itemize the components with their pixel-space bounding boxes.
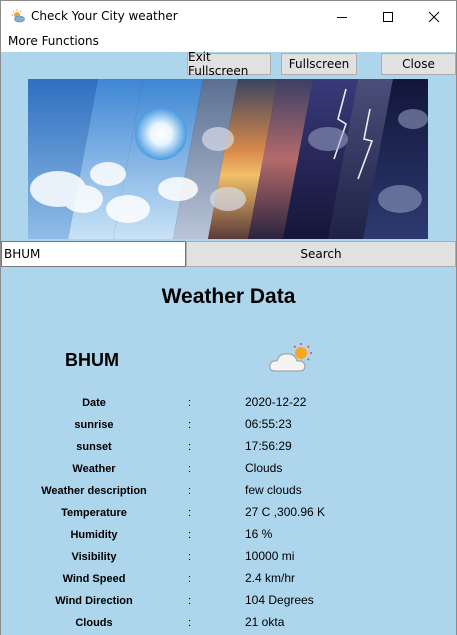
close-button[interactable]: Close (381, 53, 456, 75)
weather-field-value: 27 C ,300.96 K (245, 505, 326, 519)
fullscreen-button[interactable]: Fullscreen (281, 53, 357, 75)
weather-field-separator: : (188, 507, 192, 519)
weather-field-value: 17:56:29 (245, 439, 292, 453)
weather-data-row: Weather: Clouds (1, 459, 456, 481)
weather-field-value: 2020-12-22 (245, 395, 307, 409)
partly-cloudy-icon (269, 343, 312, 372)
weather-field-value: 06:55:23 (245, 417, 292, 431)
weather-field-separator: : (188, 573, 192, 585)
close-icon (428, 11, 440, 22)
weather-data-row: Wind Speed: 2.4 km/hr (1, 569, 456, 591)
weather-field-value: 16 % (245, 527, 273, 541)
weather-field-label: Weather description (41, 485, 147, 497)
weather-field-value: 104 Degrees (245, 593, 314, 607)
menu-more-functions[interactable]: More Functions (8, 34, 99, 48)
weather-field-value: 2.4 km/hr (245, 571, 296, 585)
title-bar[interactable]: Check Your City weather (1, 1, 456, 32)
weather-field-separator: : (188, 595, 192, 607)
weather-field-label: Date (82, 397, 106, 409)
weather-data-row: Clouds: 21 okta (1, 613, 456, 635)
app-icon (11, 9, 25, 23)
maximize-icon (383, 11, 393, 22)
weather-field-label: Temperature (61, 507, 127, 519)
weather-field-separator: : (188, 397, 192, 409)
weather-banner-image (28, 79, 428, 239)
weather-field-separator: : (188, 463, 192, 475)
weather-data-row: Wind Direction: 104 Degrees (1, 591, 456, 613)
weather-field-separator: : (188, 485, 192, 497)
city-search-input[interactable]: BHUM (1, 241, 186, 267)
exit-fullscreen-button[interactable]: Exit Fullscreen (187, 50, 271, 78)
minimize-button[interactable] (319, 1, 365, 32)
weather-field-separator: : (188, 617, 192, 629)
weather-data-row: Weather description: few clouds (1, 481, 456, 503)
weather-field-label: Visibility (71, 551, 117, 563)
weather-data-row: Temperature: 27 C ,300.96 K (1, 503, 456, 525)
maximize-button[interactable] (365, 1, 411, 32)
weather-field-label: Wind Direction (55, 595, 133, 607)
weather-field-value: 10000 mi (245, 549, 295, 563)
weather-field-label: sunrise (74, 419, 114, 431)
weather-data-row: Date: 2020-12-22 (1, 393, 456, 415)
weather-field-value: Clouds (245, 461, 283, 475)
main-content: Exit Fullscreen Fullscreen Close BHUM Se… (1, 50, 456, 635)
weather-field-separator: : (188, 441, 192, 453)
page-title: Weather Data (161, 285, 296, 308)
weather-field-label: Humidity (70, 529, 118, 541)
window-close-button[interactable] (411, 1, 457, 32)
weather-field-label: sunset (76, 441, 112, 453)
weather-data-row: sunrise: 06:55:23 (1, 415, 456, 437)
weather-field-label: Weather (72, 463, 116, 475)
app-window: Check Your City weather More Functions E… (0, 0, 457, 635)
weather-field-separator: : (188, 529, 192, 541)
weather-data-row: Visibility: 10000 mi (1, 547, 456, 569)
weather-field-label: Clouds (75, 617, 113, 629)
weather-field-separator: : (188, 419, 192, 431)
search-button[interactable]: Search (186, 241, 456, 267)
window-title: Check Your City weather (31, 9, 178, 23)
weather-data-row: Humidity: 16 % (1, 525, 456, 547)
weather-field-value: 21 okta (245, 615, 285, 629)
menu-bar: More Functions (1, 32, 456, 52)
city-name: BHUM (65, 350, 119, 370)
weather-field-separator: : (188, 551, 192, 563)
minimize-icon (337, 16, 347, 18)
weather-field-label: Wind Speed (62, 573, 126, 585)
weather-field-value: few clouds (245, 483, 302, 497)
weather-data-row: sunset: 17:56:29 (1, 437, 456, 459)
